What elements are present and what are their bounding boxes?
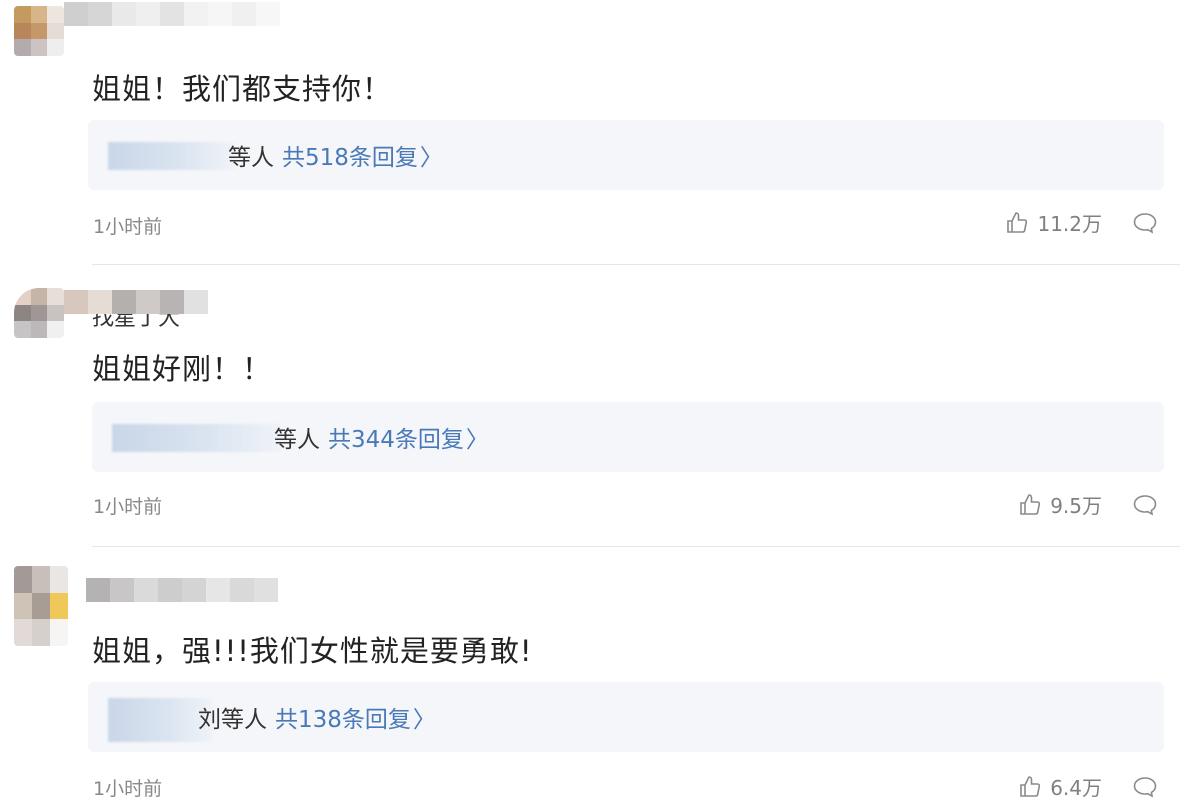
- avatar-mosaic-tile: [47, 288, 64, 305]
- avatar-mosaic-tile: [30, 22, 48, 40]
- avatar-mosaic-tile: [14, 39, 31, 56]
- avatar-mosaic-tile: [30, 304, 48, 322]
- divider: [92, 546, 1180, 547]
- username-mosaic-tile: [88, 2, 112, 26]
- comment-time: 1小时前: [93, 496, 163, 518]
- avatar-mosaic-tile: [30, 6, 48, 23]
- username-mosaic-tile: [110, 578, 134, 602]
- avatar-mosaic-tile: [14, 592, 32, 620]
- chevron-right-icon: 〉: [419, 145, 443, 171]
- avatar-mosaic-tile: [50, 619, 68, 646]
- comment-text: 姐姐！我们都支持你！: [92, 72, 393, 106]
- like-button[interactable]: 9.5万: [1018, 490, 1102, 519]
- reply-count-link[interactable]: 共344条回复: [328, 427, 464, 453]
- avatar-mosaic-tile: [47, 22, 64, 40]
- avatar-mosaic-tile: [50, 592, 68, 620]
- avatar-mosaic-tile: [14, 566, 32, 593]
- username-mosaic-tile: [254, 578, 278, 602]
- like-button[interactable]: 6.4万: [1018, 772, 1102, 801]
- thumbs-up-icon: [1020, 493, 1041, 515]
- username-mosaic[interactable]: [86, 578, 278, 602]
- chevron-right-icon: 〉: [465, 427, 489, 453]
- reply-summary-box[interactable]: 等人 共518条回复〉: [88, 120, 1164, 190]
- avatar-mosaic-tile: [30, 288, 48, 305]
- username-mosaic[interactable]: [64, 290, 208, 314]
- avatar-mosaic-tile: [50, 566, 68, 593]
- avatar-mosaic-tile: [14, 288, 31, 305]
- divider: [92, 264, 1180, 265]
- reply-count-link[interactable]: 共518条回复: [282, 145, 418, 171]
- avatar-mosaic-tile: [14, 22, 31, 40]
- comment-bubble-icon[interactable]: [1132, 493, 1158, 517]
- username-mosaic-tile: [256, 2, 280, 26]
- comment-text: 姐姐，强!!!我们女性就是要勇敢!: [92, 634, 533, 668]
- reply-names-blurred: [108, 142, 234, 170]
- chevron-right-icon: 〉: [412, 707, 436, 733]
- reply-names-blurred: [112, 424, 280, 452]
- username-mosaic-tile: [158, 578, 182, 602]
- reply-names-blurred: [108, 698, 212, 742]
- comment-bubble-icon[interactable]: [1132, 775, 1158, 799]
- username-mosaic-tile: [64, 2, 88, 26]
- username-mosaic-tile: [112, 2, 136, 26]
- avatar-mosaic-tile: [47, 39, 64, 56]
- avatar-mosaic-tile: [30, 321, 48, 338]
- username-mosaic-tile: [232, 2, 256, 26]
- avatar-mosaic-tile: [14, 619, 32, 646]
- avatar-mosaic-tile: [32, 566, 50, 593]
- avatar[interactable]: [14, 288, 64, 338]
- username-mosaic-tile: [160, 290, 184, 314]
- username-mosaic-tile: [206, 578, 230, 602]
- like-count: 6.4万: [1050, 776, 1102, 800]
- username-mosaic-tile: [86, 578, 110, 602]
- username-mosaic-tile: [112, 290, 136, 314]
- reply-who: 等人: [228, 145, 274, 171]
- like-count: 9.5万: [1050, 494, 1102, 518]
- avatar-mosaic-tile: [14, 6, 31, 23]
- username-mosaic-tile: [184, 2, 208, 26]
- like-count: 11.2万: [1037, 212, 1102, 236]
- username-mosaic-tile: [64, 290, 88, 314]
- reply-count-link[interactable]: 共138条回复: [275, 707, 411, 733]
- reply-who: 刘等人: [198, 707, 267, 733]
- avatar-mosaic-tile: [47, 6, 64, 23]
- thumbs-up-icon: [1020, 775, 1041, 797]
- like-button[interactable]: 11.2万: [1005, 208, 1102, 237]
- avatar-mosaic-tile: [47, 304, 64, 322]
- username-mosaic-tile: [230, 578, 254, 602]
- avatar-mosaic-tile: [32, 592, 50, 620]
- avatar-mosaic-tile: [14, 321, 31, 338]
- comment-bubble-icon[interactable]: [1132, 211, 1158, 235]
- avatar-mosaic-tile: [32, 619, 50, 646]
- avatar-mosaic-tile: [14, 304, 31, 322]
- avatar-mosaic-tile: [47, 321, 64, 338]
- reply-summary-box[interactable]: 刘等人 共138条回复〉: [88, 682, 1164, 752]
- username-mosaic-tile: [160, 2, 184, 26]
- username-mosaic-tile: [134, 578, 158, 602]
- avatar[interactable]: [14, 566, 68, 646]
- avatar-mosaic-tile: [30, 39, 48, 56]
- comment-time: 1小时前: [93, 216, 163, 238]
- username-mosaic-tile: [88, 290, 112, 314]
- reply-who: 等人: [274, 427, 320, 453]
- comment-text: 姐姐好刚！！: [92, 352, 273, 386]
- username-mosaic-tile: [184, 290, 208, 314]
- reply-summary-box[interactable]: 等人 共344条回复〉: [92, 402, 1164, 472]
- username-mosaic-tile: [136, 2, 160, 26]
- avatar[interactable]: [14, 6, 64, 56]
- comment-time: 1小时前: [93, 778, 163, 800]
- username-mosaic[interactable]: [64, 2, 280, 50]
- thumbs-up-icon: [1007, 211, 1028, 233]
- username-mosaic-tile: [136, 290, 160, 314]
- username-mosaic-tile: [208, 2, 232, 26]
- username-mosaic-tile: [182, 578, 206, 602]
